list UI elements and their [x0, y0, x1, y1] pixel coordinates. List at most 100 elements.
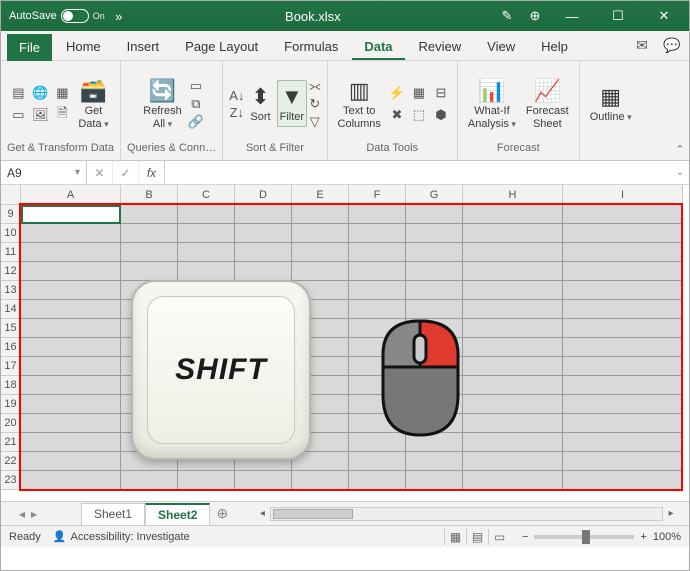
zoom-slider[interactable]	[534, 535, 634, 539]
cell[interactable]	[463, 395, 563, 414]
row-header-17[interactable]: 17	[1, 357, 21, 376]
cell[interactable]	[21, 376, 121, 395]
cell[interactable]	[121, 471, 178, 490]
cell[interactable]	[463, 224, 563, 243]
cell[interactable]	[121, 262, 178, 281]
cell[interactable]	[21, 433, 121, 452]
row-header-19[interactable]: 19	[1, 395, 21, 414]
col-header-E[interactable]: E	[292, 185, 349, 205]
datatools-mini[interactable]: ⚡▦⊟ ✖⬚⬢	[387, 83, 451, 125]
horizontal-scrollbar[interactable]: ◂ ▸	[234, 507, 689, 521]
view-buttons[interactable]: ▦▤▭	[444, 529, 510, 545]
cell[interactable]	[463, 338, 563, 357]
row-header-10[interactable]: 10	[1, 224, 21, 243]
cell[interactable]	[21, 262, 121, 281]
query-mini-buttons[interactable]: ▤🌐▦ ▭🖼🗎	[8, 83, 72, 125]
cell[interactable]	[21, 281, 121, 300]
cell[interactable]	[406, 262, 463, 281]
row-header-13[interactable]: 13	[1, 281, 21, 300]
col-header-C[interactable]: C	[178, 185, 235, 205]
cell[interactable]	[121, 224, 178, 243]
close-button[interactable]: ✕	[647, 1, 681, 31]
col-header-H[interactable]: H	[463, 185, 563, 205]
cell[interactable]	[563, 471, 683, 490]
toggle-switch[interactable]	[61, 9, 89, 23]
cell[interactable]	[235, 243, 292, 262]
cell[interactable]	[349, 205, 406, 224]
cell[interactable]	[463, 281, 563, 300]
cancel-formula-icon[interactable]: ✕	[87, 161, 113, 184]
cell[interactable]	[406, 224, 463, 243]
cell[interactable]	[563, 357, 683, 376]
cell[interactable]	[563, 224, 683, 243]
select-all-corner[interactable]	[1, 185, 21, 205]
cells-area[interactable]	[21, 205, 689, 501]
cell[interactable]	[292, 471, 349, 490]
cell[interactable]	[406, 205, 463, 224]
cell[interactable]	[178, 205, 235, 224]
worksheet-grid[interactable]: ABCDEFGHI 91011121314151617181920212223 …	[1, 185, 689, 501]
col-header-F[interactable]: F	[349, 185, 406, 205]
row-header-9[interactable]: 9	[1, 205, 21, 224]
row-headers[interactable]: 91011121314151617181920212223	[1, 205, 21, 490]
scroll-right-icon[interactable]: ▸	[663, 507, 679, 521]
cell[interactable]	[178, 224, 235, 243]
cell[interactable]	[349, 262, 406, 281]
cell[interactable]	[463, 414, 563, 433]
row-header-11[interactable]: 11	[1, 243, 21, 262]
row-header-16[interactable]: 16	[1, 338, 21, 357]
menu-view[interactable]: View	[475, 33, 527, 60]
cell[interactable]	[563, 433, 683, 452]
cell[interactable]	[406, 452, 463, 471]
cell[interactable]	[563, 300, 683, 319]
cell[interactable]	[121, 243, 178, 262]
share-icon[interactable]: ✉	[631, 34, 653, 56]
scroll-left-icon[interactable]: ◂	[254, 507, 270, 521]
cell[interactable]	[563, 395, 683, 414]
cell[interactable]	[563, 338, 683, 357]
column-headers[interactable]: ABCDEFGHI	[21, 185, 683, 205]
menu-file[interactable]: File	[7, 34, 52, 61]
cell[interactable]	[21, 471, 121, 490]
row-header-14[interactable]: 14	[1, 300, 21, 319]
connections-mini[interactable]: ▭⧉🔗	[188, 78, 204, 130]
cell[interactable]	[349, 281, 406, 300]
col-header-A[interactable]: A	[21, 185, 121, 205]
cell[interactable]	[563, 281, 683, 300]
cell[interactable]	[21, 243, 121, 262]
menu-data[interactable]: Data	[352, 33, 404, 60]
namebox-dropdown-icon[interactable]: ▾	[75, 167, 80, 178]
text-to-columns-button[interactable]: ▥ Text toColumns	[334, 75, 385, 131]
cell[interactable]	[563, 452, 683, 471]
cell[interactable]	[292, 205, 349, 224]
row-header-20[interactable]: 20	[1, 414, 21, 433]
col-header-D[interactable]: D	[235, 185, 292, 205]
cell[interactable]	[563, 243, 683, 262]
menu-formulas[interactable]: Formulas	[272, 33, 350, 60]
cell[interactable]	[563, 205, 683, 224]
maximize-button[interactable]: ☐	[601, 1, 635, 31]
sort-az-buttons[interactable]: A↓Z↓	[229, 88, 244, 120]
cell[interactable]	[349, 224, 406, 243]
name-box[interactable]: A9 ▾	[1, 161, 87, 184]
cell[interactable]	[121, 205, 178, 224]
new-sheet-button[interactable]: ⊕	[210, 505, 234, 522]
cell[interactable]	[292, 224, 349, 243]
active-cell[interactable]	[21, 205, 121, 224]
row-header-22[interactable]: 22	[1, 452, 21, 471]
cell[interactable]	[349, 471, 406, 490]
autosave-toggle[interactable]: AutoSave On	[9, 9, 105, 23]
row-header-18[interactable]: 18	[1, 376, 21, 395]
cell[interactable]	[463, 357, 563, 376]
cell[interactable]	[235, 224, 292, 243]
cell[interactable]	[21, 224, 121, 243]
cell[interactable]	[463, 205, 563, 224]
cell[interactable]	[21, 414, 121, 433]
cell[interactable]	[178, 471, 235, 490]
menu-home[interactable]: Home	[54, 33, 113, 60]
cell[interactable]	[406, 281, 463, 300]
comments-icon[interactable]: 💬	[661, 34, 683, 56]
sort-button[interactable]: ⬍ Sort	[246, 81, 274, 125]
tab-nav-next-icon[interactable]: ▸	[31, 507, 37, 521]
col-header-I[interactable]: I	[563, 185, 683, 205]
